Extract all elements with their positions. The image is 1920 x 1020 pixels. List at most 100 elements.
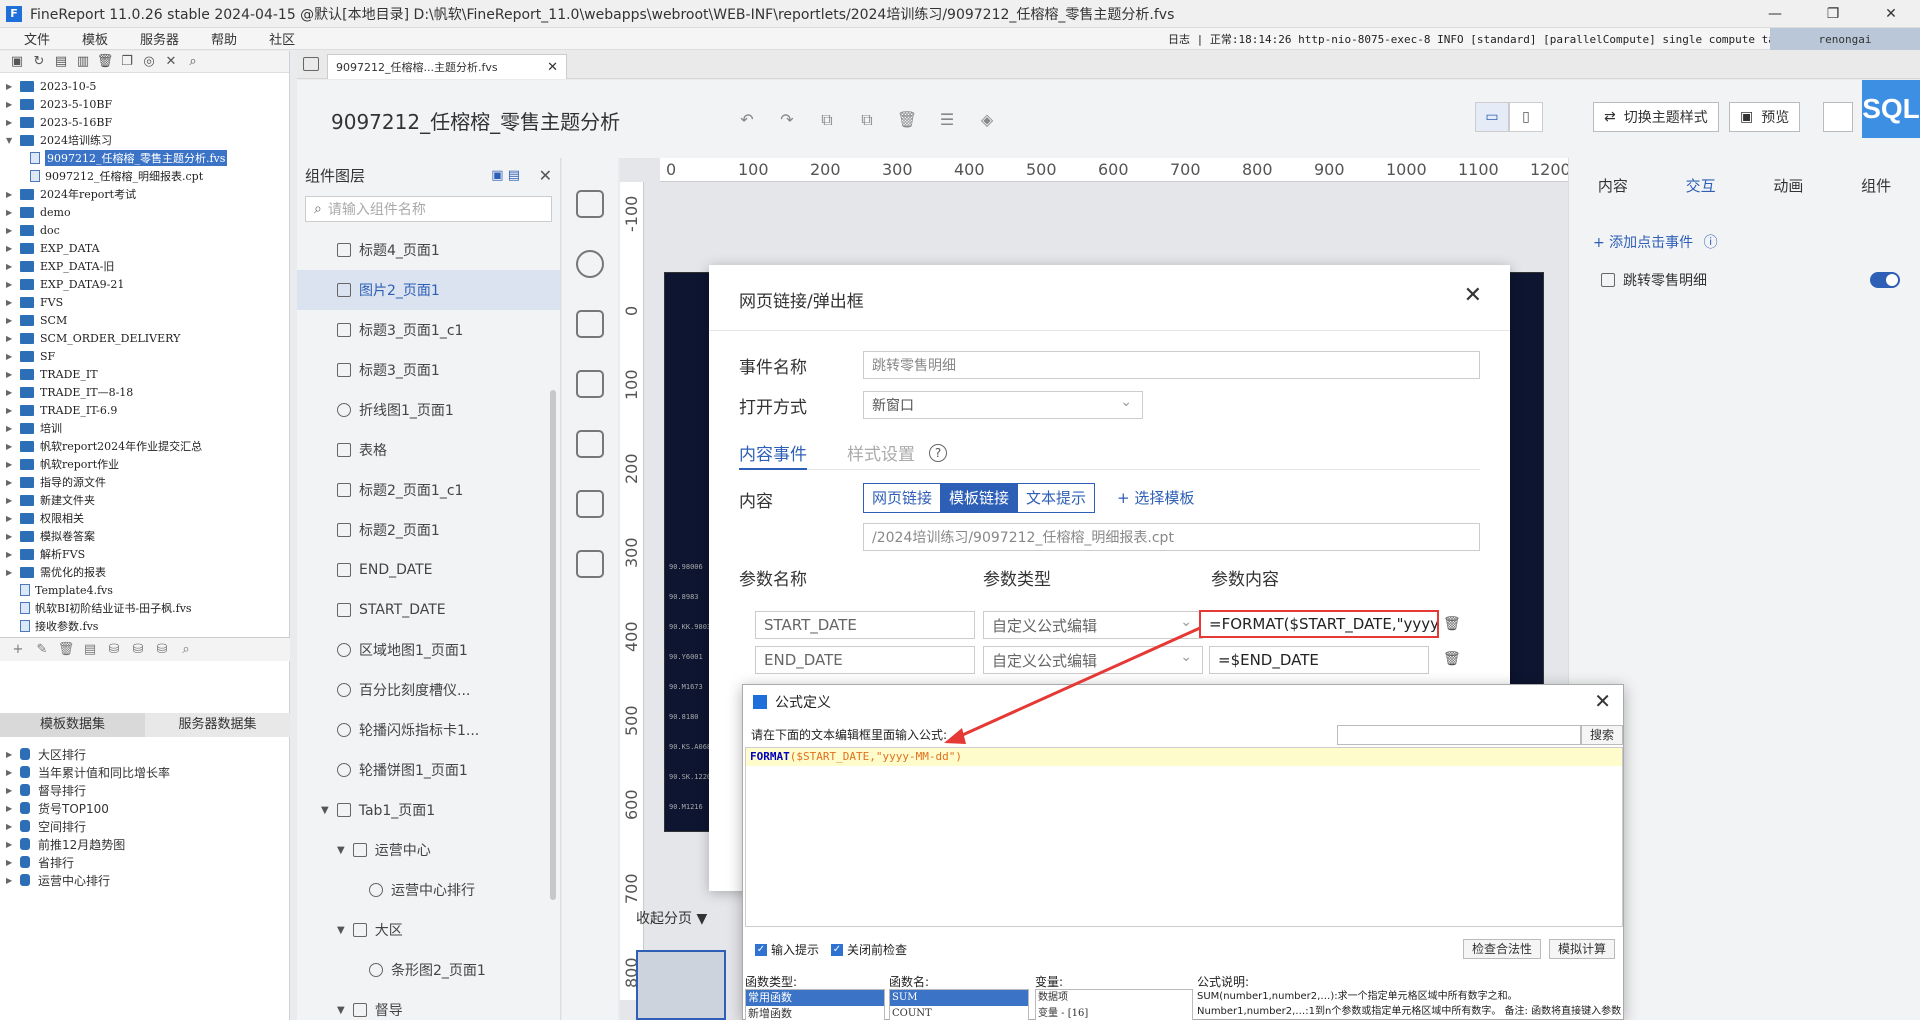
desktop-view-icon[interactable]: ▭ <box>1475 102 1509 132</box>
tree-item[interactable]: ▶ 2024年report考试 <box>0 185 289 203</box>
tree-item[interactable]: ▶ 2023-10-5 <box>0 77 289 95</box>
chevron-right-icon[interactable]: ▶ <box>6 280 16 289</box>
template-path-field[interactable]: /2024培训练习/9097212_任榕榕_明细报表.cpt <box>863 523 1480 551</box>
archive-icon[interactable] <box>576 550 604 578</box>
tab-animation[interactable]: 动画 <box>1745 158 1833 214</box>
chevron-right-icon[interactable]: ▶ <box>6 876 16 885</box>
check-validity-button[interactable]: 检查合法性 <box>1463 939 1542 959</box>
tree-item[interactable]: ▶ TRADE_IT-6.9 <box>0 401 289 419</box>
tab-content[interactable]: 内容 <box>1569 158 1657 214</box>
search-dataset-icon[interactable]: ⌕ <box>174 642 198 657</box>
tree-item[interactable]: ▶ EXP_DATA9-21 <box>0 275 289 293</box>
help-icon[interactable]: ⓘ <box>1704 235 1718 251</box>
tree-item[interactable]: ▶ doc <box>0 221 289 239</box>
chevron-right-icon[interactable]: ▶ <box>6 550 16 559</box>
chart-icon[interactable] <box>576 250 604 278</box>
minimize-button[interactable]: — <box>1746 0 1804 28</box>
event-name-field[interactable]: 跳转零售明细 <box>863 351 1480 379</box>
cube-icon[interactable] <box>576 190 604 218</box>
tab-interaction[interactable]: 交互 <box>1657 158 1745 214</box>
chevron-right-icon[interactable]: ▶ <box>6 334 16 343</box>
layer-item[interactable]: 标题2_页面1_c1 <box>297 470 560 510</box>
param-name-field[interactable]: END_DATE <box>755 646 975 674</box>
tree-item[interactable]: ▶ 2023-5-10BF <box>0 95 289 113</box>
new-folder-icon[interactable]: ▣ <box>6 54 28 69</box>
chevron-right-icon[interactable]: ▶ <box>6 298 16 307</box>
tab-component[interactable]: 组件 <box>1832 158 1920 214</box>
chevron-right-icon[interactable]: ▶ <box>6 244 16 253</box>
delete-dataset-icon[interactable]: 🗑 <box>54 642 78 657</box>
collapse-pages-button[interactable]: 收起分页 ▼ <box>636 908 707 928</box>
layer-item[interactable]: 标题2_页面1 <box>297 510 560 550</box>
layer-item[interactable]: 表格 <box>297 430 560 470</box>
chevron-right-icon[interactable]: ▶ <box>6 370 16 379</box>
chevron-right-icon[interactable]: ▶ <box>6 568 16 577</box>
preview-dataset-icon[interactable]: ▤ <box>78 642 102 657</box>
delete-icon[interactable]: 🗑 <box>94 54 116 69</box>
delete-param-icon[interactable]: 🗑 <box>1443 616 1461 632</box>
chevron-right-icon[interactable]: ▶ <box>6 840 16 849</box>
layer-item[interactable]: ▼ 大区 <box>297 910 560 950</box>
close-window-button[interactable]: ✕ <box>1862 0 1920 28</box>
tree-item[interactable]: ▶ 模拟卷答案 <box>0 527 289 545</box>
tree-item[interactable]: ▶ EXP_DATA <box>0 239 289 257</box>
chevron-right-icon[interactable]: ▶ <box>6 786 16 795</box>
layer-item[interactable]: 百分比刻度槽仪... <box>297 670 560 710</box>
chevron-right-icon[interactable]: ▶ <box>6 406 16 415</box>
dataset-item[interactable]: ▶ 空间排行 <box>0 817 290 835</box>
list-item[interactable]: 新增函数 <box>746 1006 884 1020</box>
menu-file[interactable]: 文件 <box>24 29 50 48</box>
close-layers-icon[interactable]: ✕ <box>539 166 552 185</box>
redo-icon[interactable]: ↷ <box>767 110 807 130</box>
list-item[interactable]: 变量 - [16] <box>1036 1006 1192 1020</box>
copy-icon[interactable]: ▤ <box>50 54 72 69</box>
tree-item[interactable]: ▶ 2023-5-16BF <box>0 113 289 131</box>
layer-item[interactable]: 标题4_页面1 <box>297 230 560 270</box>
help-icon[interactable]: ? <box>929 444 947 462</box>
layer-item[interactable]: 轮播饼图1_页面1 <box>297 750 560 790</box>
formula-line[interactable]: FORMAT($START_DATE,"yyyy-MM-dd") <box>746 748 1622 766</box>
close-formula-icon[interactable]: ✕ <box>1594 689 1611 713</box>
text-widget-icon[interactable] <box>576 310 604 338</box>
paste-component-icon[interactable]: ⧉ <box>847 110 887 130</box>
list-item[interactable]: SUM <box>890 990 1028 1006</box>
layer-item[interactable]: 标题3_页面1 <box>297 350 560 390</box>
param-type-select[interactable]: 自定义公式编辑 <box>983 611 1203 639</box>
user-badge[interactable]: renongai <box>1770 28 1920 50</box>
tree-item[interactable]: 9097212_任榕榕_明细报表.cpt <box>0 167 289 185</box>
layer-item[interactable]: 轮播闪烁指标卡1... <box>297 710 560 750</box>
tab-content-event[interactable]: 内容事件 <box>739 440 807 470</box>
tree-item[interactable]: ▶ 指导的源文件 <box>0 473 289 491</box>
param-name-field[interactable]: START_DATE <box>755 611 975 639</box>
tree-item[interactable]: 接收参数.fvs <box>0 617 289 633</box>
dataset-item[interactable]: ▶ 前推12月趋势图 <box>0 835 290 853</box>
menu-template[interactable]: 模板 <box>82 29 108 48</box>
collapse-all-icon[interactable]: ✕ <box>160 54 182 69</box>
log-status[interactable]: 日志 | 正常:18:14:26 http-nio-8075-exec-8 IN… <box>1168 31 1821 47</box>
dataset-item[interactable]: ▶ 当年累计值和同比增长率 <box>0 763 290 781</box>
add-dataset-icon[interactable]: + <box>6 642 30 657</box>
duplicate-icon[interactable]: ❐ <box>116 54 138 69</box>
chevron-right-icon[interactable]: ▶ <box>6 388 16 397</box>
tab-template-datasets[interactable]: 模板数据集 <box>0 713 145 737</box>
chevron-right-icon[interactable]: ▶ <box>6 226 16 235</box>
chevron-right-icon[interactable]: ▶ <box>6 100 16 109</box>
layer-item[interactable]: ▼ 运营中心 <box>297 830 560 870</box>
dataset-item[interactable]: ▶ 省排行 <box>0 853 290 871</box>
db-icon[interactable]: ⛁ <box>102 642 126 657</box>
tree-item[interactable]: ▼ 2024培训练习 <box>0 131 289 149</box>
input-hint-checkbox[interactable]: ✓ 输入提示 <box>755 941 819 958</box>
tree-item[interactable]: ▶ TRADE_IT <box>0 365 289 383</box>
dataset-item[interactable]: ▶ 督导排行 <box>0 781 290 799</box>
chevron-right-icon[interactable]: ▶ <box>6 822 16 831</box>
chevron-right-icon[interactable]: ▶ <box>6 118 16 127</box>
param-type-select[interactable]: 自定义公式编辑 <box>983 646 1203 674</box>
chevron-right-icon[interactable]: ▶ <box>6 496 16 505</box>
layer-item[interactable]: 条形图2_页面1 <box>297 950 560 990</box>
tree-item[interactable]: ▶ 新建文件夹 <box>0 491 289 509</box>
chevron-down-icon[interactable]: ▼ <box>321 805 329 816</box>
maximize-button[interactable]: ❐ <box>1804 0 1862 28</box>
sql-badge[interactable]: SQL <box>1862 80 1920 138</box>
seg-template-link[interactable]: 模板链接 <box>940 483 1019 513</box>
tree-item[interactable]: ▶ 权限相关 <box>0 509 289 527</box>
